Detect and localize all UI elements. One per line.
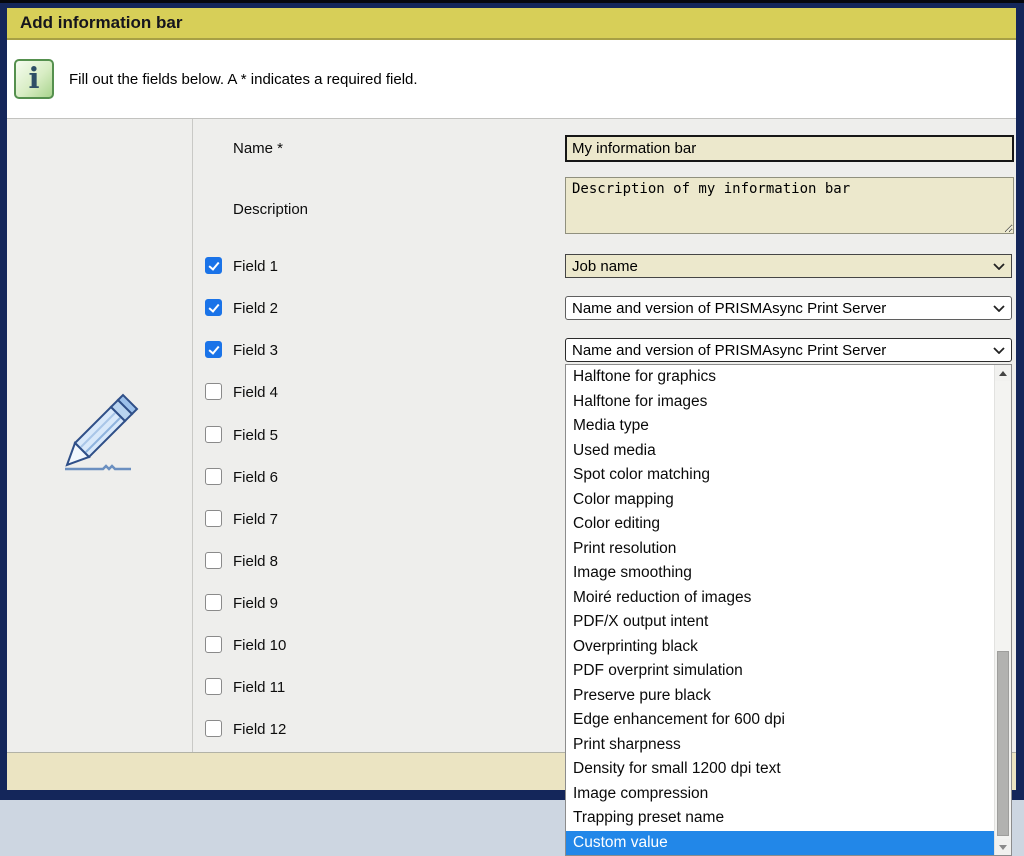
dropdown-option[interactable]: PDF/X output intent: [566, 610, 994, 635]
field-5-label: Field 5: [233, 427, 278, 444]
name-input[interactable]: [565, 135, 1014, 162]
description-textarea[interactable]: Description of my information bar: [565, 177, 1014, 234]
field-8-checkbox[interactable]: [205, 552, 222, 569]
field-10-label: Field 10: [233, 637, 286, 654]
field-5-checkbox[interactable]: [205, 426, 222, 443]
field-3-dropdown-popup: Halftone for graphicsHalftone for images…: [565, 364, 1012, 856]
chevron-down-icon: [993, 305, 1005, 312]
dropdown-option[interactable]: Custom value: [566, 831, 994, 856]
name-label: Name *: [233, 140, 283, 157]
field-1-label: Field 1: [233, 258, 278, 275]
dropdown-option[interactable]: Halftone for graphics: [566, 365, 994, 390]
dropdown-option[interactable]: Color editing: [566, 512, 994, 537]
field-3-checkbox[interactable]: [205, 341, 222, 358]
info-section: i Fill out the fields below. A * indicat…: [7, 40, 1016, 118]
scroll-up-icon[interactable]: [995, 365, 1011, 381]
field-10-checkbox[interactable]: [205, 636, 222, 653]
dropdown-option[interactable]: PDF overprint simulation: [566, 659, 994, 684]
field-7-label: Field 7: [233, 511, 278, 528]
dropdown-scrollbar[interactable]: [994, 365, 1011, 855]
dialog-titlebar: Add information bar: [7, 8, 1016, 40]
description-label: Description: [233, 201, 308, 218]
field-2-checkbox[interactable]: [205, 299, 222, 316]
dropdown-option[interactable]: Halftone for images: [566, 390, 994, 415]
dropdown-option[interactable]: Density for small 1200 dpi text: [566, 757, 994, 782]
dropdown-option[interactable]: Media type: [566, 414, 994, 439]
field-6-checkbox[interactable]: [205, 468, 222, 485]
field-8-label: Field 8: [233, 553, 278, 570]
field-1-select[interactable]: Job name: [565, 254, 1012, 278]
field-7-checkbox[interactable]: [205, 510, 222, 527]
dropdown-option[interactable]: Preserve pure black: [566, 684, 994, 709]
dropdown-option[interactable]: Image compression: [566, 782, 994, 807]
pencil-icon: [45, 381, 157, 477]
field-9-checkbox[interactable]: [205, 594, 222, 611]
dropdown-option[interactable]: Spot color matching: [566, 463, 994, 488]
scroll-down-icon[interactable]: [995, 839, 1011, 855]
scrollbar-thumb[interactable]: [997, 651, 1009, 836]
dialog-title: Add information bar: [20, 13, 182, 33]
chevron-down-icon: [993, 347, 1005, 354]
dropdown-option[interactable]: Moiré reduction of images: [566, 586, 994, 611]
field-1-checkbox[interactable]: [205, 257, 222, 274]
field-2-label: Field 2: [233, 300, 278, 317]
field-6-label: Field 6: [233, 469, 278, 486]
field-12-label: Field 12: [233, 721, 286, 738]
dropdown-list: Halftone for graphicsHalftone for images…: [566, 365, 994, 855]
field-4-label: Field 4: [233, 384, 278, 401]
dropdown-option[interactable]: Image smoothing: [566, 561, 994, 586]
left-column: [7, 119, 193, 752]
field-11-label: Field 11: [233, 679, 285, 696]
dropdown-option[interactable]: Print sharpness: [566, 733, 994, 758]
field-12-checkbox[interactable]: [205, 720, 222, 737]
field-3-select[interactable]: Name and version of PRISMAsync Print Ser…: [565, 338, 1012, 362]
field-4-checkbox[interactable]: [205, 383, 222, 400]
dropdown-option[interactable]: Used media: [566, 439, 994, 464]
dropdown-option[interactable]: Edge enhancement for 600 dpi: [566, 708, 994, 733]
dropdown-option[interactable]: Trapping preset name: [566, 806, 994, 831]
chevron-down-icon: [993, 263, 1005, 270]
field-11-checkbox[interactable]: [205, 678, 222, 695]
field-9-label: Field 9: [233, 595, 278, 612]
dropdown-option[interactable]: Overprinting black: [566, 635, 994, 660]
dropdown-option[interactable]: Print resolution: [566, 537, 994, 562]
field-3-label: Field 3: [233, 342, 278, 359]
info-message: Fill out the fields below. A * indicates…: [69, 71, 418, 88]
info-icon: i: [14, 59, 54, 99]
field-2-select[interactable]: Name and version of PRISMAsync Print Ser…: [565, 296, 1012, 320]
dropdown-option[interactable]: Color mapping: [566, 488, 994, 513]
